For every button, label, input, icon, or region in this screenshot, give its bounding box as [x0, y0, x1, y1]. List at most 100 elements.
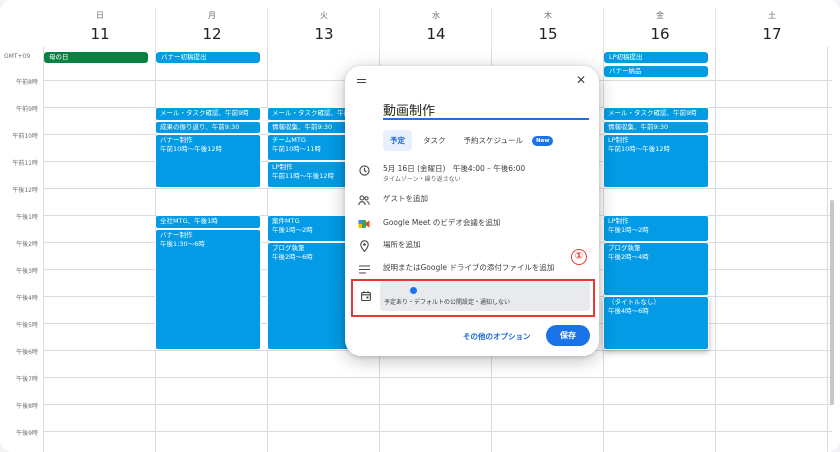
event-title: LP制作: [608, 136, 629, 144]
location-pin-icon: [357, 240, 371, 252]
time-label: 午後7時: [16, 376, 38, 383]
add-guests-label: ゲストを追加: [383, 194, 428, 203]
tab-task[interactable]: タスク: [416, 130, 453, 151]
event-title: メール・タスク確認、午前9時: [608, 109, 697, 117]
day-header-sun[interactable]: 日 11: [44, 0, 156, 43]
allday-event[interactable]: LP初稿提出: [604, 52, 708, 63]
time-label: 午後1時: [16, 214, 38, 221]
day-of-week: 月: [208, 11, 216, 20]
hour-line: [44, 377, 832, 378]
event-title: ブログ執筆: [608, 244, 641, 252]
annotation-number-badge: ①: [571, 249, 587, 265]
allday-event[interactable]: バナー納品: [604, 66, 708, 77]
allday-event[interactable]: バナー初稿提出: [156, 52, 260, 63]
time-label: 午後6時: [16, 349, 38, 356]
event-time: 午後4時～6時: [608, 307, 649, 315]
google-meet-icon: [357, 218, 371, 230]
event-title: LP制作: [608, 217, 629, 225]
event-block[interactable]: 全社MTG、午後1時: [155, 215, 261, 229]
day-number: 16: [650, 25, 670, 43]
drag-handle-icon[interactable]: [357, 79, 366, 83]
tab-event[interactable]: 予定: [383, 130, 412, 151]
event-title-input[interactable]: 動画制作: [383, 100, 589, 120]
meet-row[interactable]: Google Meet のビデオ会議を追加: [357, 218, 587, 230]
allday-event[interactable]: 母の日: [44, 52, 148, 63]
day-of-week: 火: [320, 11, 328, 20]
event-type-tabs: 予定 タスク 予約スケジュール New: [383, 130, 554, 151]
event-block[interactable]: メール・タスク確認、午前9時: [603, 107, 709, 121]
calendar-week-view: 日 11 月 12 火 13 水 14 木 15 金 16 土 17 GMT+09 午前8時 …: [0, 0, 840, 452]
guests-row[interactable]: ゲストを追加: [357, 194, 587, 206]
more-options-button[interactable]: その他のオプション: [463, 331, 531, 342]
event-time: 午後1:30～6時: [160, 240, 205, 248]
event-time: 午前10時～午後12時: [608, 145, 671, 153]
event-block[interactable]: LP制作 午後1時～2時: [603, 215, 709, 242]
day-header-wed[interactable]: 水 14: [380, 0, 492, 43]
header-divider: [267, 8, 268, 48]
event-block[interactable]: ブログ執筆 午後2時～4時: [603, 242, 709, 296]
time-label: 午後12時: [12, 187, 38, 194]
day-header-mon[interactable]: 月 12: [156, 0, 268, 43]
event-datetime: 5月 16日 (金曜日) 午後4:00 – 午後6:00: [383, 164, 526, 173]
event-title: 情報収集、午前9:30: [608, 123, 669, 131]
event-block[interactable]: バナー制作 午前10時～午後12時: [155, 134, 261, 188]
header-divider: [155, 8, 156, 48]
datetime-row[interactable]: 5月 16日 (金曜日) 午後4:00 – 午後6:00 タイムゾーン・繰り返さな…: [357, 164, 587, 183]
day-header-fri[interactable]: 金 16: [604, 0, 716, 43]
clock-icon: [357, 164, 371, 176]
day-number: 14: [426, 25, 446, 43]
day-number: 15: [538, 25, 558, 43]
day-number: 17: [762, 25, 782, 43]
location-row[interactable]: 場所を追加: [357, 240, 587, 252]
time-label: 午後9時: [16, 430, 38, 437]
event-title: メール・タスク確認、午前9時: [160, 109, 249, 117]
header-divider: [715, 8, 716, 48]
event-block[interactable]: 成果の振り返り、午前9:30: [155, 121, 261, 134]
add-meet-label: Google Meet のビデオ会議を追加: [383, 218, 501, 227]
timezone-label: GMT+09: [4, 53, 31, 60]
event-block[interactable]: 情報収集、午前9:30: [603, 121, 709, 134]
people-icon: [357, 194, 371, 206]
event-title: 全社MTG、午後1時: [160, 217, 218, 225]
timezone-repeat: タイムゾーン・繰り返さない: [383, 176, 461, 183]
event-title: バナー制作: [160, 136, 193, 144]
event-time: 午後2時～4時: [608, 253, 649, 261]
day-number: 11: [90, 25, 110, 43]
close-icon[interactable]: ✕: [576, 73, 586, 87]
time-label: 午後8時: [16, 403, 38, 410]
time-label: 午後3時: [16, 268, 38, 275]
day-of-week: 木: [544, 11, 552, 20]
annotation-highlight-box: [351, 279, 595, 317]
day-of-week: 水: [432, 11, 440, 20]
event-time: 午後1時～2時: [608, 226, 649, 234]
header-divider: [603, 8, 604, 48]
day-number: 13: [314, 25, 334, 43]
time-label: 午後2時: [16, 241, 38, 248]
event-block[interactable]: LP制作 午前10時～午後12時: [603, 134, 709, 188]
event-block[interactable]: メール・タスク確認、午前9時: [155, 107, 261, 121]
day-header-sat[interactable]: 土 17: [716, 0, 828, 43]
day-header-thu[interactable]: 木 15: [492, 0, 604, 43]
event-title: （タイトルなし）: [608, 298, 660, 306]
day-number: 12: [202, 25, 222, 43]
time-label: 午前10時: [12, 133, 38, 140]
day-of-week: 土: [768, 11, 776, 20]
day-of-week: 金: [656, 11, 664, 20]
header-divider: [491, 8, 492, 48]
event-time: 午前10時～午後12時: [160, 145, 223, 153]
description-row[interactable]: 説明またはGoogle ドライブの添付ファイルを追加: [357, 263, 587, 275]
time-label: 午後5時: [16, 322, 38, 329]
add-location-label: 場所を追加: [383, 240, 421, 249]
event-block-selected[interactable]: （タイトルなし） 午後4時～6時: [603, 296, 709, 350]
save-button[interactable]: 保存: [546, 325, 590, 346]
event-title: バナー制作: [160, 231, 193, 239]
time-label: 午前11時: [12, 160, 38, 167]
day-header-tue[interactable]: 火 13: [268, 0, 380, 43]
time-label: 午前8時: [16, 79, 38, 86]
event-block[interactable]: バナー制作 午後1:30～6時: [155, 229, 261, 350]
hour-line: [44, 404, 832, 405]
time-label: 午前9時: [16, 106, 38, 113]
new-badge: New: [531, 135, 554, 146]
tab-appointment-schedule[interactable]: 予約スケジュール: [457, 130, 530, 151]
scrollbar[interactable]: [830, 200, 834, 405]
